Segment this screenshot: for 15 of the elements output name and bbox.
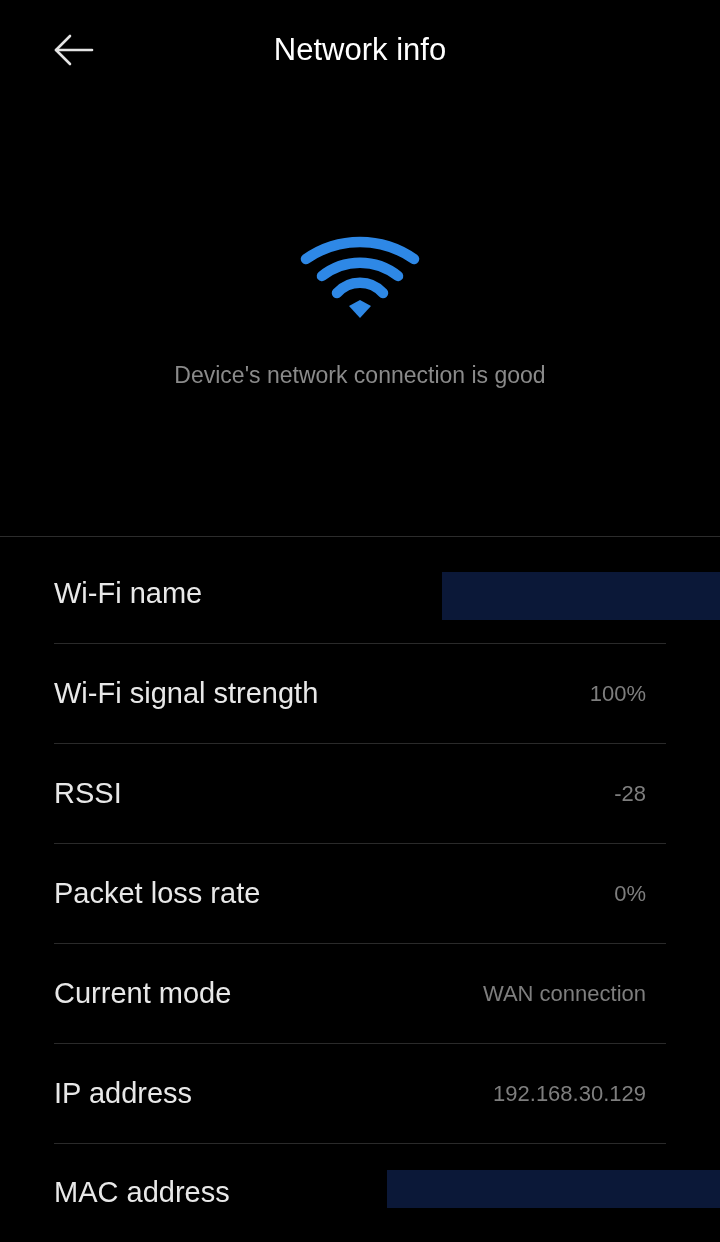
page-title: Network info bbox=[273, 30, 447, 69]
row-label: Current mode bbox=[54, 975, 232, 1011]
row-label: Packet loss rate bbox=[54, 875, 261, 911]
row-value: 100% bbox=[589, 680, 647, 708]
row-label: MAC address bbox=[54, 1175, 230, 1211]
status-message: Device's network connection is good bbox=[174, 361, 546, 390]
row-label: Wi-Fi name bbox=[54, 575, 203, 611]
row-value: 0% bbox=[614, 880, 647, 908]
row-value: -28 bbox=[614, 780, 647, 808]
row-label: RSSI bbox=[54, 775, 122, 811]
row-label: Wi-Fi signal strength bbox=[54, 675, 319, 711]
row-value: 192.168.30.129 bbox=[493, 1080, 647, 1108]
row-value: WAN connection bbox=[482, 980, 647, 1008]
back-button[interactable] bbox=[54, 34, 94, 66]
row-label: IP address bbox=[54, 1075, 193, 1111]
